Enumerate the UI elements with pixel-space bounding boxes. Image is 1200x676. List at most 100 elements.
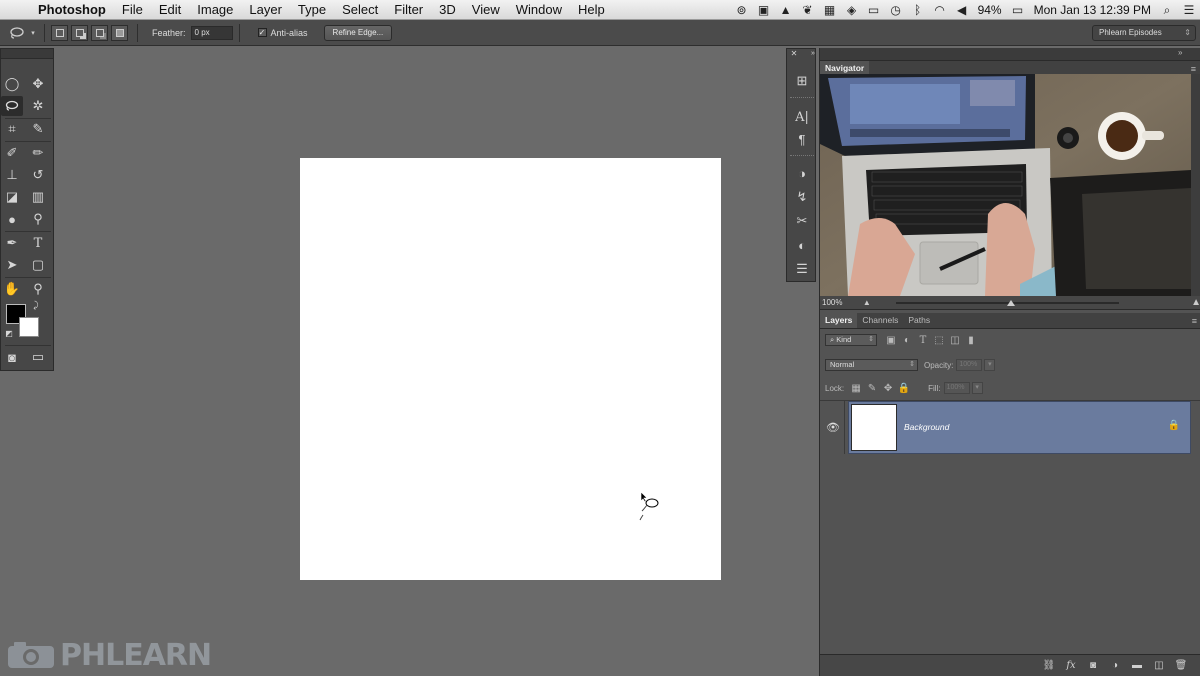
zoom-tool-icon[interactable]: ⚲ [27,279,49,299]
properties-panel-icon[interactable]: ↯ [791,187,813,207]
bluetooth-icon[interactable]: ᛒ [907,0,929,20]
new-group-icon[interactable]: ▬ [1129,659,1145,673]
evernote-icon[interactable]: ❦ [797,0,819,20]
new-adjustment-layer-icon[interactable]: ◑ [1107,659,1123,673]
menu-view[interactable]: View [464,2,508,17]
toolbox-grip[interactable] [1,49,53,59]
delete-layer-icon[interactable]: 🗑 [1173,659,1189,673]
navigator-scrollbar[interactable] [1191,74,1200,296]
dodge-tool-icon[interactable]: ⚲ [27,209,49,229]
intersect-selection-button[interactable] [111,24,128,41]
menu-window[interactable]: Window [508,2,570,17]
screen-mode-icon[interactable]: ▭ [27,347,49,367]
styles-panel-icon[interactable]: ◐ [791,235,813,255]
navigator-preview[interactable] [820,74,1191,296]
menu-filter[interactable]: Filter [386,2,431,17]
workspace-switcher[interactable]: Phlearn Episodes [1092,25,1196,41]
menu-type[interactable]: Type [290,2,334,17]
panel-column-header[interactable]: » [820,48,1200,61]
opacity-input[interactable]: 100% [956,359,983,371]
checkmark-icon[interactable]: ✓ [257,28,267,37]
navigator-zoom-value[interactable]: 100% [820,298,863,307]
brush-tool-icon[interactable]: ✏ [27,143,49,163]
default-colors-icon[interactable]: ◩ [2,327,16,339]
lasso-tool-icon[interactable] [1,96,23,116]
google-drive-icon[interactable]: ▲ [775,0,797,20]
layer-name[interactable]: Background [904,422,949,432]
background-color-swatch[interactable] [19,317,39,337]
filter-adjustment-icon[interactable]: ◐ [899,333,915,347]
tool-presets-icon[interactable]: ☰ [791,259,813,279]
quick-mask-icon[interactable]: ◙ [1,347,23,367]
layer-visibility-eye-icon[interactable]: 👁 [826,421,840,434]
menu-3d[interactable]: 3D [431,2,464,17]
collapse-panels-icon[interactable]: » [1178,48,1182,57]
filter-smart-object-icon[interactable]: ◫ [947,333,963,347]
dropbox-icon[interactable]: ◈ [841,0,863,20]
menu-select[interactable]: Select [334,2,386,17]
screen-grid-icon[interactable]: ▦ [819,0,841,20]
brush-presets-icon[interactable]: ✂ [791,211,813,231]
tab-layers[interactable]: Layers [820,313,858,328]
navigator-zoom-slider[interactable] [876,296,1139,310]
camera-icon[interactable]: ▣ [753,0,775,20]
clock[interactable]: Mon Jan 13 12:39 PM [1029,3,1156,17]
elliptical-marquee-tool-icon[interactable]: ◯ [1,74,23,94]
time-machine-icon[interactable]: ◷ [885,0,907,20]
feather-input[interactable]: 0 px [190,25,233,40]
filter-toggle-icon[interactable]: ▮ [963,333,979,347]
refine-edge-button[interactable]: Refine Edge... [323,24,393,41]
filter-kind-dropdown[interactable]: ⌕ Kind [825,334,877,346]
blur-tool-icon[interactable]: ● [1,209,23,229]
lock-all-icon[interactable]: 🔒 [896,381,912,395]
airplay-icon[interactable]: ▭ [863,0,885,20]
layers-panel-menu-icon[interactable]: ≡ [1192,316,1197,326]
battery-icon[interactable]: ▭ [1007,0,1029,20]
hand-tool-icon[interactable]: ✋ [1,279,23,299]
gradient-tool-icon[interactable]: ▥ [27,187,49,207]
adjustments-panel-icon[interactable]: ◑ [791,163,813,183]
filter-type-icon[interactable]: T [915,333,931,347]
add-to-selection-button[interactable] [71,24,88,41]
fill-arrow-icon[interactable]: ▾ [971,382,983,394]
panel-menu-icon[interactable]: ≡ [1191,64,1196,74]
path-selection-tool-icon[interactable]: ➤ [1,255,23,275]
move-tool-icon[interactable]: ✥ [27,74,49,94]
history-panel-icon[interactable]: ⊞ [791,71,813,91]
character-panel-icon[interactable]: A| [791,107,813,127]
menu-photoshop[interactable]: Photoshop [34,2,114,17]
spotlight-search-icon[interactable]: ⌕ [1156,0,1178,20]
creative-cloud-icon[interactable]: ⊚ [731,0,753,20]
zoom-out-icon[interactable]: ▲ [863,298,877,307]
blend-mode-dropdown[interactable]: Normal [825,359,918,371]
eraser-tool-icon[interactable]: ◪ [1,187,23,207]
healing-brush-tool-icon[interactable]: ✐ [1,143,23,163]
history-brush-tool-icon[interactable]: ↺ [27,165,49,185]
rectangle-shape-tool-icon[interactable]: ▢ [27,255,49,275]
menu-file[interactable]: File [114,2,151,17]
menu-help[interactable]: Help [570,2,613,17]
zoom-slider-handle[interactable] [1007,299,1016,306]
layer-thumbnail[interactable] [851,404,897,451]
pen-tool-icon[interactable]: ✒ [1,233,23,253]
tab-paths[interactable]: Paths [903,313,935,328]
volume-icon[interactable]: ◀ [951,0,973,20]
clone-stamp-tool-icon[interactable]: ⊥ [1,165,23,185]
swap-colors-icon[interactable]: ⤸ [29,299,43,311]
paragraph-panel-icon[interactable]: ¶ [791,129,813,149]
lasso-icon[interactable] [6,23,28,43]
anti-alias-checkbox[interactable]: ✓ Anti-alias [257,28,308,38]
eyedropper-tool-icon[interactable]: ✎ [27,119,49,139]
new-layer-icon[interactable]: ◫ [1151,659,1167,673]
type-tool-icon[interactable]: T [27,233,49,253]
layer-row-background[interactable]: Background 🔒 [848,401,1191,454]
magic-wand-tool-icon[interactable]: ✲ [27,96,49,116]
add-mask-icon[interactable]: ◙ [1085,659,1101,673]
collapse-dock-icon[interactable]: » [809,47,817,59]
battery-percent[interactable]: 94% [973,3,1007,17]
link-layers-icon[interactable]: ⛓ [1041,659,1057,673]
lock-transparent-icon[interactable]: ▦ [848,381,864,395]
fill-input[interactable]: 100% [943,382,970,394]
crop-tool-icon[interactable]: ⌗ [1,119,23,139]
tool-preset-chevron-icon[interactable]: ▾ [28,23,38,43]
